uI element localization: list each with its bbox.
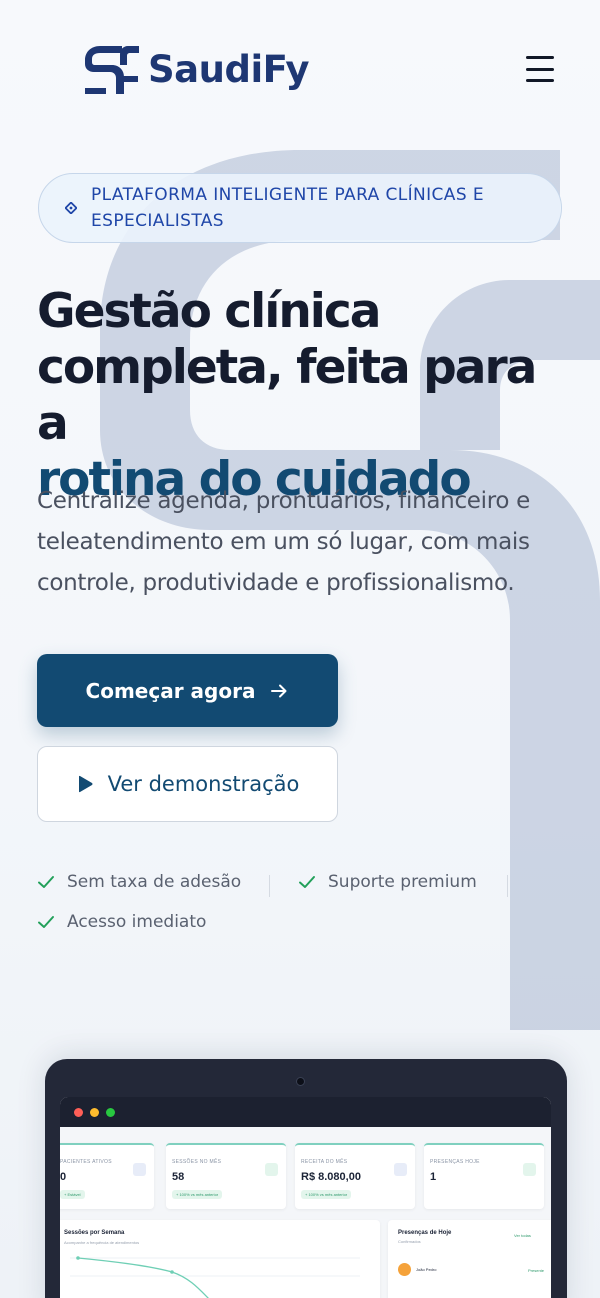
arrow-right-icon [271,684,287,697]
stat-chip: + 100% vs mês anterior [172,1190,223,1199]
view-demo-button[interactable]: Ver demonstração [37,746,338,822]
patient-name: João Pedro [416,1267,437,1272]
hero-headline: Gestão clínica completa, feita para a ro… [37,284,577,508]
feature-divider [269,875,270,897]
calendar-icon [265,1163,278,1176]
brand-logo[interactable]: SaudiFy [82,42,310,96]
hamburger-menu-icon[interactable] [526,56,556,82]
stat-label: SESSÕES NO MÊS [172,1159,222,1165]
platform-badge: PLATAFORMA INTELIGENTE PARA CLÍNICAS E E… [38,173,562,243]
stat-label: PACIENTES ATIVOS [60,1159,112,1165]
laptop-dashboard-preview: PACIENTES ATIVOS 0 + Estável SESSÕES NO … [45,1059,567,1298]
feature-label: Suporte premium [328,872,477,892]
stat-card: PRESENÇAS HOJE 1 [424,1143,544,1209]
view-demo-label: Ver demonstração [107,772,300,796]
dollar-icon [394,1163,407,1176]
stat-value: R$ 8.080,00 [301,1171,361,1183]
feature-item: Sem taxa de adesão [37,872,241,892]
start-now-button[interactable]: Começar agora [37,654,338,727]
stat-chip: + 100% vs mês anterior [301,1190,352,1199]
stat-card: PACIENTES ATIVOS 0 + Estável [60,1143,154,1209]
check-icon [38,876,54,888]
avatar [398,1263,411,1276]
headline-line-1: Gestão clínica [37,284,381,339]
play-icon [78,775,93,793]
today-panel-subtitle: Confirmados [398,1239,421,1244]
brand-name: SaudiFy [148,47,310,91]
stats-row: PACIENTES ATIVOS 0 + Estável SESSÕES NO … [60,1143,551,1209]
saudify-logo-icon [85,46,139,94]
stat-label: PRESENÇAS HOJE [430,1159,480,1165]
sessions-chart-panel: Sessões por Semana Acompanhe a frequênci… [60,1220,380,1298]
sessions-line-chart [70,1256,360,1298]
start-now-label: Começar agora [85,678,256,703]
stat-label: RECEITA DO MÊS [301,1159,348,1165]
feature-label: Acesso imediato [67,912,207,932]
minimize-dot-icon [90,1107,99,1117]
dashboard-screen: PACIENTES ATIVOS 0 + Estável SESSÕES NO … [60,1097,551,1298]
today-panel-title: Presenças de Hoje [398,1230,452,1236]
feature-label: Sem taxa de adesão [67,872,242,892]
stat-value: 58 [172,1171,185,1183]
status-badge: Presente [528,1268,545,1273]
users-icon [133,1163,146,1176]
feature-divider [507,875,508,897]
site-header: SaudiFy [0,0,600,140]
view-all-link[interactable]: Ver todas [514,1233,531,1238]
hero-subtitle: Centralize agenda, prontuários, financei… [37,488,531,596]
badge-text: PLATAFORMA INTELIGENTE PARA CLÍNICAS E E… [91,185,484,231]
window-titlebar [60,1097,551,1127]
laptop-camera [296,1077,305,1086]
stat-value: 1 [430,1171,437,1183]
stat-value: 0 [60,1171,67,1183]
feature-item: Suporte premium [298,872,477,892]
stat-chip: + Estável [60,1190,85,1199]
headline-line-2: completa, feita para a [37,340,537,451]
check-circle-icon [523,1163,536,1176]
stat-card: SESSÕES NO MÊS 58 + 100% vs mês anterior [166,1143,286,1209]
today-presence-panel: Presenças de Hoje Confirmados Ver todas … [388,1220,551,1298]
close-dot-icon [74,1107,83,1117]
feature-item: Acesso imediato [37,912,206,932]
diamond-icon [65,202,77,214]
maximize-dot-icon [106,1107,115,1117]
stat-card: RECEITA DO MÊS R$ 8.080,00 + 100% vs mês… [295,1143,415,1209]
check-icon [38,916,54,928]
chart-panel-title: Sessões por Semana [64,1230,125,1236]
chart-panel-subtitle: Acompanhe a frequência de atendimentos [64,1240,140,1245]
check-icon [299,876,315,888]
